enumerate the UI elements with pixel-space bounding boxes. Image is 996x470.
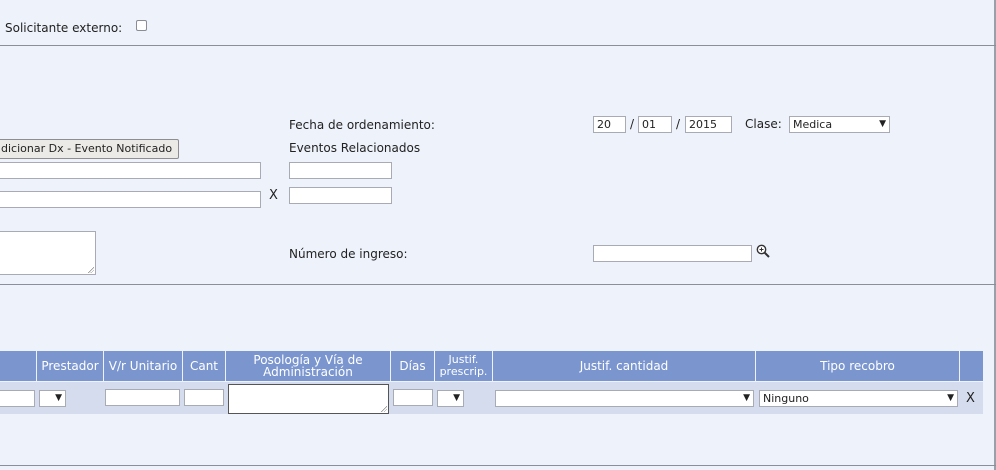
col-header-provider: Prestador xyxy=(37,351,103,381)
class-select-value: Medica xyxy=(793,118,833,131)
section-divider-middle xyxy=(0,284,996,285)
remove-dx-x[interactable]: X xyxy=(269,188,278,203)
row-unit-value-input[interactable] xyxy=(105,389,180,406)
section-divider-bottom xyxy=(0,465,996,466)
row-justif-qty-select[interactable]: ▼ xyxy=(495,390,754,407)
col-header-remove xyxy=(960,351,983,381)
chevron-down-icon: ▼ xyxy=(55,393,62,403)
col-header-qty: Cant xyxy=(183,351,225,381)
related-event-input-1[interactable] xyxy=(289,162,392,179)
class-select[interactable]: Medica ▼ xyxy=(789,116,890,133)
date-separator: / xyxy=(630,117,635,131)
order-date-label: Fecha de ordenamiento: xyxy=(289,118,435,132)
row-provider-select[interactable]: ▼ xyxy=(39,390,66,407)
chevron-down-icon: ▼ xyxy=(879,119,886,129)
order-date-month-input[interactable]: 01 xyxy=(638,116,672,133)
admission-number-input[interactable] xyxy=(593,245,752,262)
external-requester-label: Solicitante externo: xyxy=(5,21,123,35)
col-header-blank xyxy=(0,351,36,381)
observations-textarea[interactable] xyxy=(0,231,96,275)
col-header-unit-value: V/r Unitario xyxy=(104,351,182,381)
col-header-justif-qty: Justif. cantidad xyxy=(493,351,755,381)
external-requester-checkbox[interactable] xyxy=(136,20,147,31)
section-divider-top xyxy=(0,45,996,46)
resize-grip-icon[interactable] xyxy=(87,266,94,273)
row-recobro-value: Ninguno xyxy=(763,392,809,405)
col-header-justif-prescrip: Justif. prescrip. xyxy=(435,351,492,381)
chevron-down-icon: ▼ xyxy=(947,393,954,403)
col-header-days: Días xyxy=(391,351,434,381)
chevron-down-icon: ▼ xyxy=(743,393,750,403)
row-days-input[interactable] xyxy=(393,389,433,406)
related-events-label: Eventos Relacionados xyxy=(289,141,421,155)
related-event-input-2[interactable] xyxy=(289,187,392,204)
row-justif-prescrip-select[interactable]: ▼ xyxy=(437,390,464,407)
order-date-year-input[interactable]: 2015 xyxy=(685,116,732,133)
dx-input-2[interactable] xyxy=(0,191,261,208)
row-code-input[interactable] xyxy=(0,390,35,407)
col-header-recobro-type: Tipo recobro xyxy=(756,351,959,381)
order-date-day-input[interactable]: 20 xyxy=(593,116,626,133)
row-posology-textarea[interactable] xyxy=(228,384,389,414)
add-dx-button[interactable]: dicionar Dx - Evento Notificado xyxy=(0,139,180,159)
row-qty-input[interactable] xyxy=(184,389,224,406)
row-remove-x[interactable]: X xyxy=(966,391,975,406)
date-separator: / xyxy=(676,117,681,131)
dx-input-1[interactable] xyxy=(0,162,261,179)
search-icon[interactable] xyxy=(756,244,770,258)
col-header-posology: Posología y Vía de Administración xyxy=(226,351,390,381)
admission-number-label: Número de ingreso: xyxy=(289,247,408,261)
chevron-down-icon: ▼ xyxy=(453,393,460,403)
class-label: Clase: xyxy=(745,117,782,131)
resize-grip-icon[interactable] xyxy=(380,405,387,412)
row-recobro-select[interactable]: Ninguno ▼ xyxy=(759,390,958,407)
